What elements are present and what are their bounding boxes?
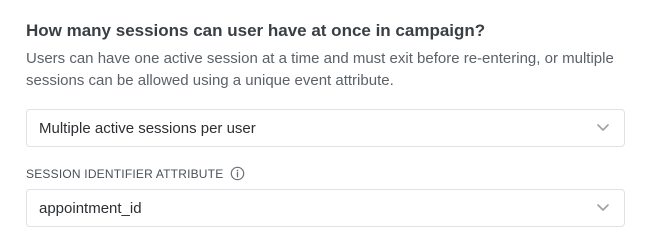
session-identifier-label: SESSION IDENTIFIER ATTRIBUTE: [26, 166, 224, 181]
session-identifier-label-row: SESSION IDENTIFIER ATTRIBUTE: [26, 166, 245, 181]
chevron-down-icon: [597, 204, 609, 211]
section-description: Users can have one active session at a t…: [26, 50, 614, 89]
chevron-down-icon: [597, 124, 609, 131]
info-icon[interactable]: [230, 166, 245, 181]
session-identifier-select[interactable]: appointment_id: [26, 189, 625, 227]
session-mode-select[interactable]: Multiple active sessions per user: [26, 109, 625, 147]
session-mode-value: Multiple active sessions per user: [39, 120, 256, 137]
session-settings-panel: How many sessions can user have at once …: [0, 0, 652, 244]
section-title: How many sessions can user have at once …: [26, 21, 486, 40]
session-identifier-value: appointment_id: [39, 200, 142, 217]
